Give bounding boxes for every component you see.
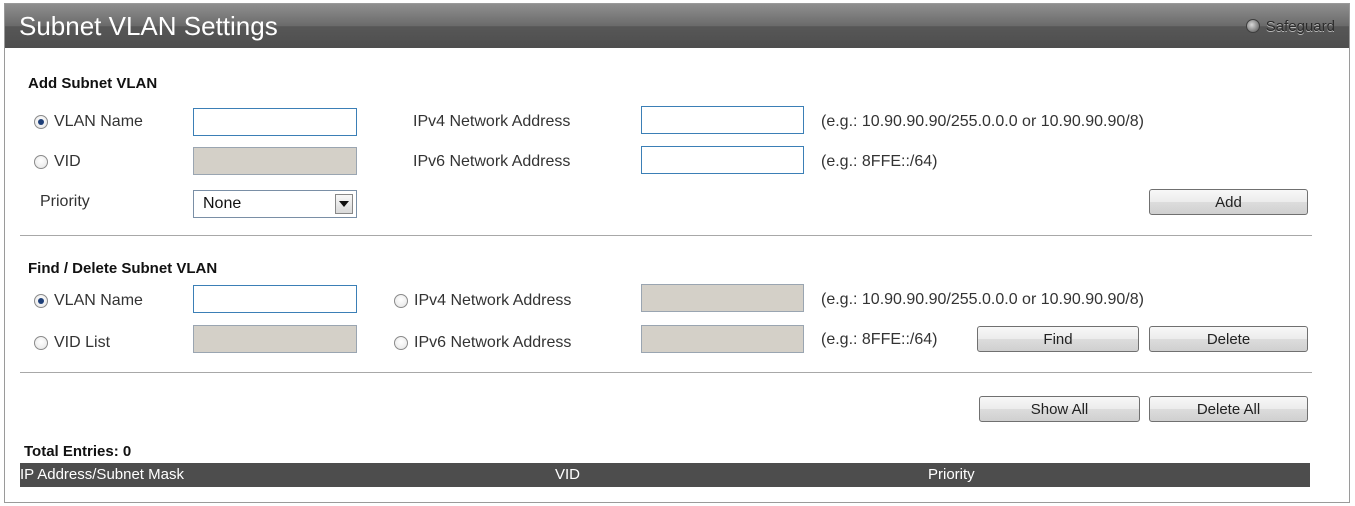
find-vid-list-radio-group[interactable]: VID List bbox=[34, 334, 110, 352]
find-ipv4-radio[interactable] bbox=[394, 294, 408, 308]
section-divider bbox=[20, 372, 1312, 373]
add-section-heading: Add Subnet VLAN bbox=[28, 75, 158, 92]
chevron-down-icon[interactable] bbox=[335, 194, 353, 214]
add-ipv4-input[interactable] bbox=[641, 106, 804, 134]
show-all-button[interactable]: Show All bbox=[979, 396, 1140, 422]
find-ipv6-input[interactable] bbox=[641, 325, 804, 353]
delete-all-button[interactable]: Delete All bbox=[1149, 396, 1308, 422]
find-ipv4-hint: (e.g.: 10.90.90.90/255.0.0.0 or 10.90.90… bbox=[821, 291, 1144, 308]
add-priority-select[interactable]: None bbox=[193, 190, 357, 218]
find-ipv6-radio[interactable] bbox=[394, 336, 408, 350]
add-priority-label: Priority bbox=[40, 193, 90, 210]
find-vid-list-radio[interactable] bbox=[34, 336, 48, 350]
find-vlan-name-radio-group[interactable]: VLAN Name bbox=[34, 292, 143, 310]
add-vlan-name-label: VLAN Name bbox=[54, 113, 143, 130]
column-header-vid: VID bbox=[555, 466, 581, 483]
safeguard-icon bbox=[1245, 19, 1260, 33]
find-vlan-name-label: VLAN Name bbox=[54, 292, 143, 309]
find-ipv6-label: IPv6 Network Address bbox=[414, 334, 572, 351]
section-divider bbox=[20, 235, 1312, 236]
find-vid-list-label: VID List bbox=[54, 334, 111, 351]
column-header-ip-address: IP Address/Subnet Mask bbox=[20, 466, 184, 483]
safeguard-indicator[interactable]: Safeguard bbox=[1245, 15, 1335, 37]
find-ipv6-radio-group[interactable]: IPv6 Network Address bbox=[394, 334, 571, 352]
page-title: Subnet VLAN Settings bbox=[19, 11, 278, 41]
find-section-heading: Find / Delete Subnet VLAN bbox=[28, 260, 218, 277]
table-header: IP Address/Subnet Mask VID Priority bbox=[20, 463, 1310, 487]
subnet-vlan-panel: Subnet VLAN Settings Safeguard bbox=[4, 3, 1350, 503]
find-vid-list-input[interactable] bbox=[193, 325, 357, 353]
total-entries: Total Entries: 0 bbox=[24, 443, 132, 460]
column-header-priority: Priority bbox=[928, 466, 975, 483]
find-ipv4-input[interactable] bbox=[641, 284, 804, 312]
add-button[interactable]: Add bbox=[1149, 189, 1308, 215]
add-vid-label: VID bbox=[54, 153, 81, 170]
find-ipv4-label: IPv4 Network Address bbox=[414, 292, 572, 309]
find-vlan-name-radio[interactable] bbox=[34, 294, 48, 308]
add-ipv6-hint: (e.g.: 8FFE::/64) bbox=[821, 153, 938, 170]
add-ipv6-input[interactable] bbox=[641, 146, 804, 174]
title-bar: Subnet VLAN Settings Safeguard bbox=[5, 4, 1349, 48]
find-button[interactable]: Find bbox=[977, 326, 1139, 352]
add-priority-value: None bbox=[203, 195, 242, 212]
delete-button[interactable]: Delete bbox=[1149, 326, 1308, 352]
add-ipv4-hint: (e.g.: 10.90.90.90/255.0.0.0 or 10.90.90… bbox=[821, 113, 1144, 130]
safeguard-label: Safeguard bbox=[1265, 17, 1335, 35]
add-ipv4-label: IPv4 Network Address bbox=[413, 113, 571, 130]
find-ipv6-hint: (e.g.: 8FFE::/64) bbox=[821, 331, 938, 348]
add-vlan-name-radio-group[interactable]: VLAN Name bbox=[34, 113, 143, 131]
add-ipv6-label: IPv6 Network Address bbox=[413, 153, 571, 170]
add-vid-radio[interactable] bbox=[34, 155, 48, 169]
add-vlan-name-input[interactable] bbox=[193, 108, 357, 136]
add-vlan-name-radio[interactable] bbox=[34, 115, 48, 129]
add-vid-input[interactable] bbox=[193, 147, 357, 175]
add-vid-radio-group[interactable]: VID bbox=[34, 153, 81, 171]
find-ipv4-radio-group[interactable]: IPv4 Network Address bbox=[394, 292, 571, 310]
find-vlan-name-input[interactable] bbox=[193, 285, 357, 313]
